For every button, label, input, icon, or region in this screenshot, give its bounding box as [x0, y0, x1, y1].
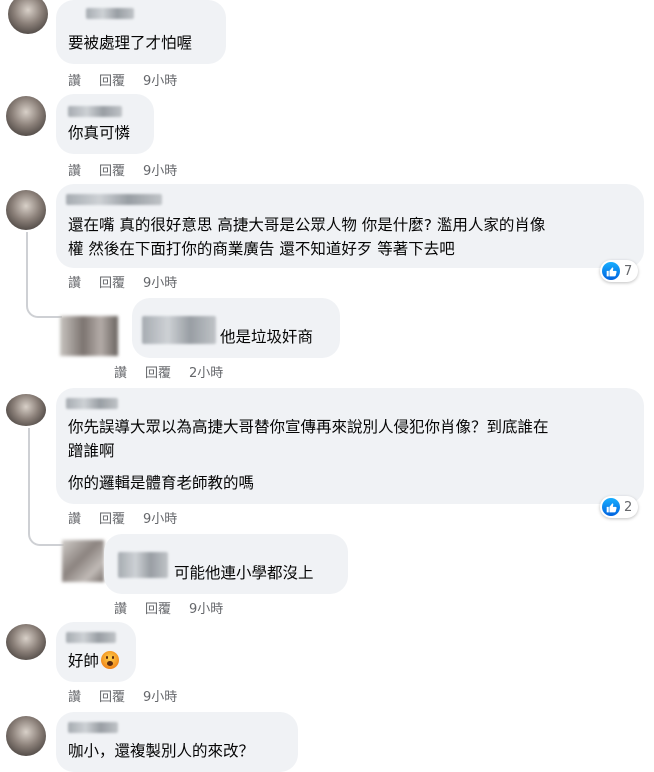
timestamp[interactable]: 9小時 [143, 690, 177, 705]
comment-text: 你真可憐 [68, 124, 131, 142]
comment-text: 蹭誰啊 [68, 442, 115, 460]
reply-actions: 讚 回覆 9小時 [114, 598, 241, 617]
timestamp[interactable]: 9小時 [189, 602, 223, 617]
thumbs-up-icon [602, 262, 620, 280]
comment-bubble: 咖小，還複製別人的來改？ [56, 712, 298, 772]
reply-text: 他是垃圾奸商 [220, 328, 314, 346]
reaction-count[interactable]: 7 [600, 260, 639, 282]
author-name-blurred[interactable] [66, 194, 162, 205]
author-name-blurred[interactable] [142, 316, 216, 344]
author-name-blurred[interactable] [66, 632, 116, 643]
like-button[interactable]: 讚 [68, 690, 81, 705]
comment-text: 權 然後在下面打你的商業廣告 還不知道好歹 等著下去吧 [68, 240, 455, 258]
like-count: 2 [624, 499, 633, 515]
like-button[interactable]: 讚 [68, 164, 81, 179]
reply-button[interactable]: 回覆 [145, 366, 171, 381]
comment-text: 你先誤導大眾以為高捷大哥替你宣傳再來說別人侵犯你肖像？到底誰在 [68, 418, 549, 436]
avatar[interactable] [6, 190, 46, 230]
author-name-blurred[interactable] [66, 398, 118, 409]
comment-text: 咖小，還複製別人的來改？ [68, 742, 255, 760]
timestamp[interactable]: 9小時 [143, 74, 177, 89]
comment-bubble: 還在嘴 真的很好意思 高捷大哥是公眾人物 你是什麼? 濫用人家的肖像 權 然後在… [56, 184, 644, 268]
timestamp[interactable]: 9小時 [143, 164, 177, 179]
comment-text: 還在嘴 真的很好意思 高捷大哥是公眾人物 你是什麼? 濫用人家的肖像 [68, 216, 546, 234]
comment-bubble: 你真可憐 [56, 94, 154, 154]
reply-text: 可能他連小學都沒上 [174, 564, 314, 582]
avatar[interactable] [6, 624, 46, 660]
like-button[interactable]: 讚 [68, 276, 81, 291]
comment-actions: 讚 回覆 9小時 [68, 70, 195, 89]
comment-text: 你的邏輯是體育老師教的嗎 [68, 474, 255, 492]
avatar[interactable] [6, 716, 46, 756]
timestamp[interactable]: 9小時 [143, 512, 177, 527]
avatar-blurred[interactable] [62, 540, 104, 582]
comment-text-content: 好帥 [68, 652, 100, 670]
reply-button[interactable]: 回覆 [145, 602, 171, 617]
reply-button[interactable]: 回覆 [99, 276, 125, 291]
avatar[interactable] [6, 96, 46, 136]
like-count: 7 [624, 263, 633, 279]
like-button[interactable]: 讚 [114, 602, 127, 617]
like-button[interactable]: 讚 [68, 74, 81, 89]
reply-bubble: 可能他連小學都沒上 [104, 534, 348, 594]
reply-button[interactable]: 回覆 [99, 74, 125, 89]
author-name-blurred[interactable] [118, 552, 168, 578]
wow-emoji-icon [101, 651, 120, 669]
avatar[interactable] [6, 394, 46, 426]
comment-text: 好帥 [68, 648, 120, 674]
like-button[interactable]: 讚 [114, 366, 127, 381]
comment-bubble: 你先誤導大眾以為高捷大哥替你宣傳再來說別人侵犯你肖像？到底誰在 蹭誰啊 你的邏輯… [56, 388, 644, 504]
author-name-blurred[interactable] [68, 722, 118, 733]
comment-bubble: 好帥 [56, 622, 136, 682]
avatar[interactable] [8, 0, 48, 34]
reply-button[interactable]: 回覆 [99, 512, 125, 527]
comment-actions: 讚 回覆 9小時 [68, 272, 195, 291]
comment-actions: 讚 回覆 9小時 [68, 160, 195, 179]
reply-bubble: 他是垃圾奸商 [132, 298, 340, 358]
reply-button[interactable]: 回覆 [99, 690, 125, 705]
thumbs-up-icon [602, 498, 620, 516]
like-button[interactable]: 讚 [68, 512, 81, 527]
timestamp[interactable]: 9小時 [143, 276, 177, 291]
reply-button[interactable]: 回覆 [99, 164, 125, 179]
reaction-count[interactable]: 2 [600, 496, 639, 518]
comment-text: 要被處理了才怕喔 [68, 34, 193, 52]
author-name-blurred[interactable] [68, 106, 122, 117]
comment-actions: 讚 回覆 9小時 [68, 686, 195, 705]
avatar-blurred[interactable] [60, 316, 118, 356]
comment-actions: 讚 回覆 9小時 [68, 508, 195, 527]
comment-bubble: 要被處理了才怕喔 [56, 0, 226, 64]
author-name-blurred[interactable] [86, 8, 134, 19]
timestamp[interactable]: 2小時 [189, 366, 223, 381]
reply-actions: 讚 回覆 2小時 [114, 362, 241, 381]
